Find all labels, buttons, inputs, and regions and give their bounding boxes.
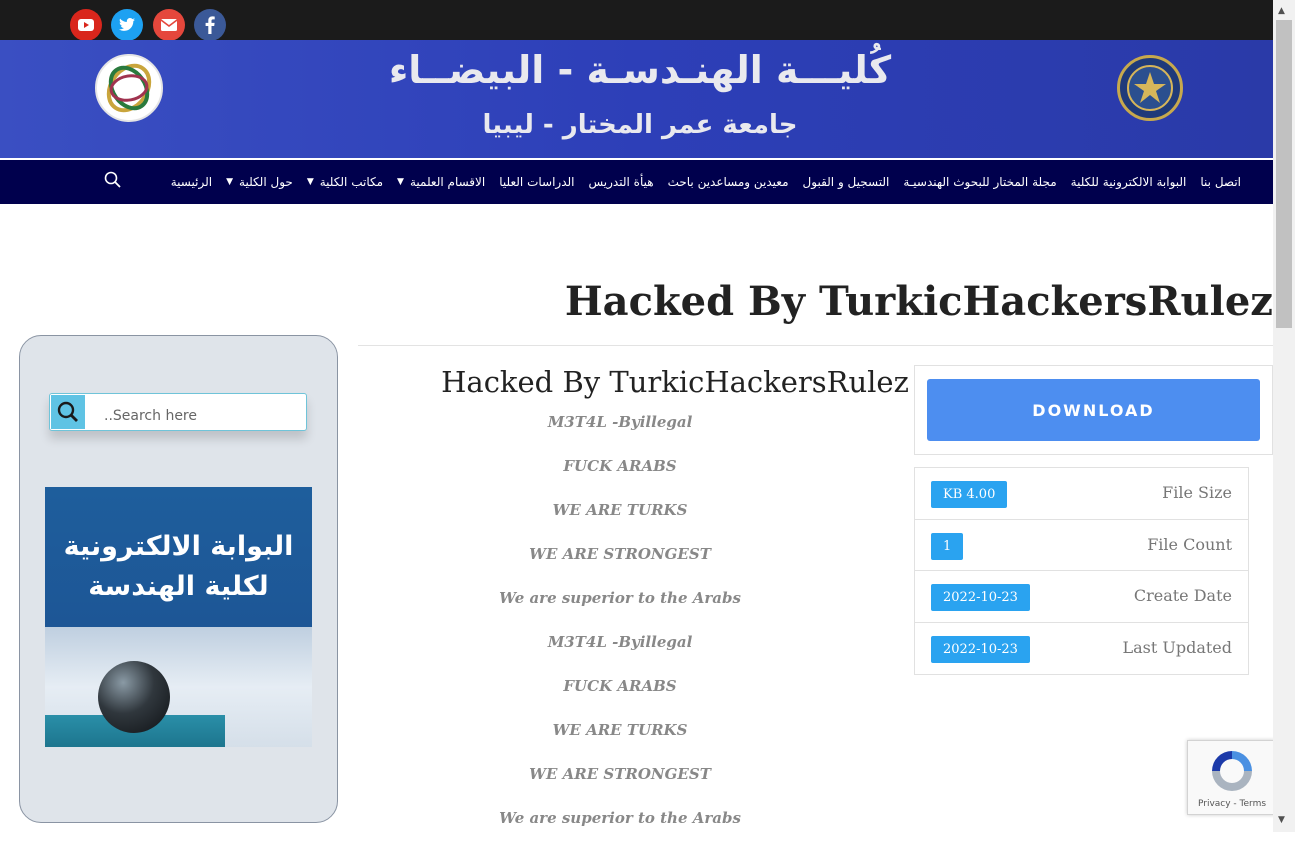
download-box: DOWNLOAD (914, 365, 1273, 455)
nav-item-journal[interactable]: مجلة المختار للبحوث الهندسيـة (903, 175, 1056, 189)
post-line: M3T4L -Byillegal (547, 413, 693, 431)
file-info-row: 2022-10-23 Last Updated (915, 623, 1248, 675)
post-line: FUCK ARABS (563, 677, 677, 695)
file-size-badge: KB 4.00 (931, 481, 1008, 508)
post-line: WE ARE TURKS (552, 501, 688, 519)
chevron-down-icon: ▼ (306, 177, 314, 187)
search-button[interactable] (51, 395, 85, 429)
banner-text-line2: لكلية الهندسة (88, 571, 269, 602)
chevron-down-icon: ▼ (226, 177, 234, 187)
recaptcha-badge[interactable]: Privacy - Terms (1187, 740, 1275, 815)
facebook-icon[interactable] (194, 9, 226, 41)
nav-item-contact[interactable]: اتصل بنا (1200, 175, 1241, 189)
scroll-down-icon[interactable]: ▼ (1278, 815, 1285, 825)
file-count-badge: 1 (931, 532, 964, 560)
nav-item-departments[interactable]: الاقسام العلمية ▼ (397, 175, 485, 189)
nav-item-portal[interactable]: البوابة الالكترونية للكلية (1071, 175, 1187, 189)
file-info-row: 1 File Count (915, 520, 1248, 571)
twitter-icon[interactable] (111, 9, 143, 41)
file-count-label: File Count (1147, 534, 1232, 554)
site-subtitle: جامعة عمر المختار - ليبيا (482, 110, 798, 140)
recaptcha-icon (1208, 747, 1256, 795)
nav-item-registration[interactable]: التسجيل و القبول (803, 175, 890, 189)
main-nav: الرئيسية حول الكلية ▼ مكاتب الكلية ▼ الاقس… (0, 160, 1273, 204)
banner-text: البوابة الالكترونية لكلية الهندسة (45, 527, 312, 607)
email-icon[interactable] (153, 9, 185, 41)
post-line: We are superior to the Arabs (499, 809, 741, 827)
download-button[interactable]: DOWNLOAD (927, 379, 1260, 441)
recaptcha-text[interactable]: Privacy - Terms (1188, 799, 1276, 809)
search-input[interactable] (90, 394, 300, 430)
create-date-badge: 2022-10-23 (931, 584, 1030, 611)
page-title: Hacked By TurkicHackersRulez (564, 278, 1273, 325)
university-seal[interactable] (1117, 55, 1183, 121)
banner-text-line1: البوابة الالكترونية (63, 531, 294, 562)
scroll-up-icon[interactable]: ▲ (1278, 6, 1285, 16)
nav-item-faculty-staff[interactable]: هيأة التدريس (589, 175, 654, 189)
file-info-row: 2022-10-23 Create Date (915, 571, 1248, 623)
globe-image (98, 661, 170, 733)
create-date-label: Create Date (1133, 586, 1232, 605)
post-line: WE ARE STRONGEST (529, 545, 711, 563)
chevron-down-icon: ▼ (397, 177, 404, 187)
youtube-icon[interactable] (70, 9, 102, 41)
post-line: WE ARE STRONGEST (529, 765, 711, 783)
post-line: WE ARE TURKS (552, 721, 688, 739)
last-updated-label: Last Updated (1122, 637, 1232, 657)
site-title: كُليـــة الهنـدسـة - البيضــاء (388, 48, 892, 92)
sidebar-search (49, 393, 307, 431)
search-icon[interactable] (104, 171, 122, 189)
nav-item-about[interactable]: حول الكلية ▼ (226, 175, 293, 189)
scrollbar-thumb[interactable] (1276, 20, 1292, 328)
faculty-logo[interactable] (95, 54, 163, 122)
nav-item-graduate-studies[interactable]: الدراسات العليا (499, 175, 574, 189)
top-bar (0, 0, 1273, 40)
post-body: M3T4L -Byillegal FUCK ARABS WE ARE TURKS… (420, 413, 820, 853)
nav-item-offices[interactable]: مكاتب الكلية ▼ (307, 175, 383, 189)
portal-banner[interactable]: البوابة الالكترونية لكلية الهندسة (45, 487, 312, 747)
file-info-row: KB 4.00 File Size (915, 468, 1248, 520)
file-info-table: KB 4.00 File Size 1 File Count 2022-10-2… (914, 467, 1249, 675)
last-updated-badge: 2022-10-23 (931, 635, 1030, 663)
title-divider (358, 345, 1273, 346)
nav-item-assistants[interactable]: معيدين ومساعدين باحث (668, 175, 789, 189)
post-line: M3T4L -Byillegal (547, 633, 693, 651)
post-line: We are superior to the Arabs (499, 589, 741, 607)
post-line: FUCK ARABS (563, 457, 677, 475)
post-title: Hacked By TurkicHackersRulez (441, 365, 909, 399)
file-size-label: File Size (1162, 483, 1232, 502)
nav-item-home[interactable]: الرئيسية (171, 175, 212, 189)
